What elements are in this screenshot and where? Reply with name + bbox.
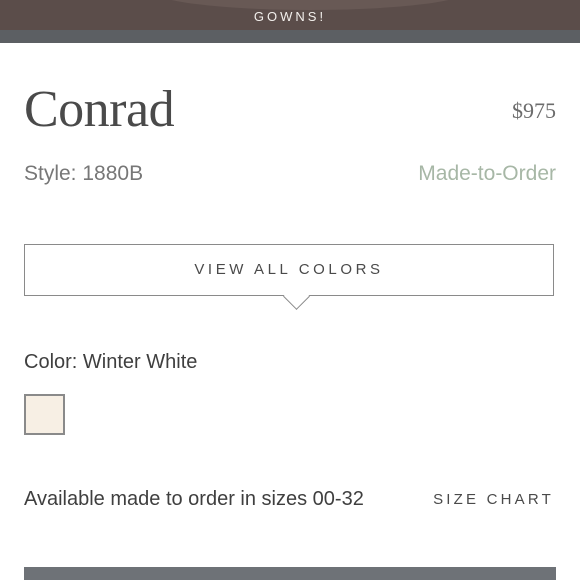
selected-color-label: Color: Winter White [24,351,198,373]
size-chart-link[interactable]: SIZE CHART [433,491,554,508]
banner-text: GOWNS! [253,9,327,24]
chevron-down-icon [283,283,310,310]
view-all-colors-label: VIEW ALL COLORS [194,261,384,278]
add-to-cart-button[interactable] [24,567,556,580]
view-all-colors-button[interactable]: VIEW ALL COLORS [24,244,554,310]
availability-badge: Made-to-Order [418,162,556,185]
color-swatch-winter-white[interactable] [24,394,65,435]
product-price: $975 [512,98,556,123]
product-title: Conrad [24,81,175,138]
promo-banner: GOWNS! [0,0,580,30]
product-style-number: Style: 1880B [24,162,144,185]
header-divider [0,30,580,43]
size-availability-text: Available made to order in sizes 00-32 [24,488,364,510]
